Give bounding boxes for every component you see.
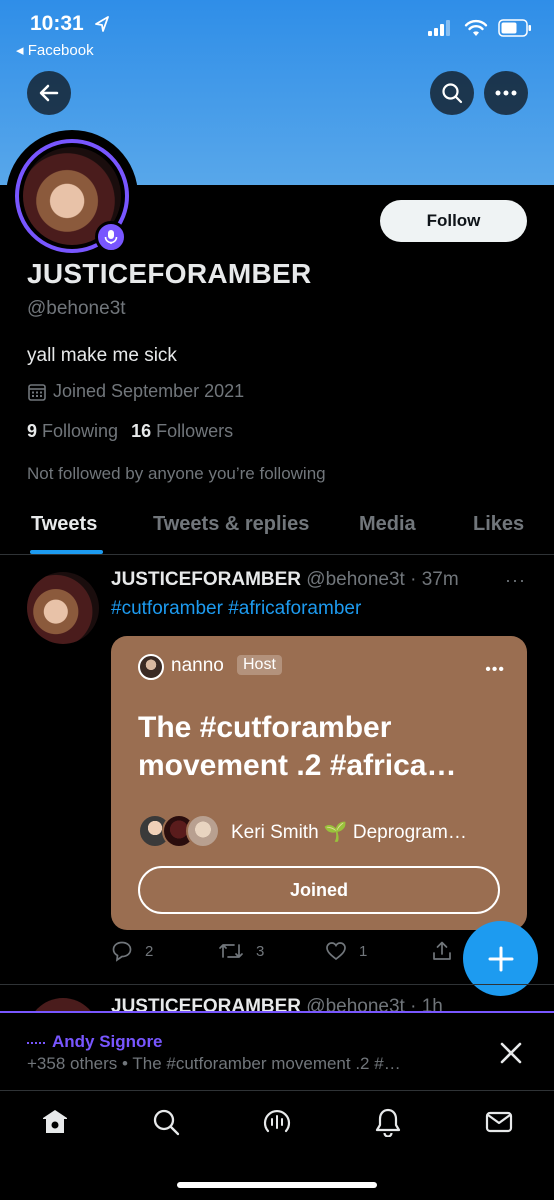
spaces-icon[interactable] xyxy=(262,1107,292,1137)
retweet-icon xyxy=(219,944,243,958)
notifications-bell-icon[interactable] xyxy=(373,1107,403,1137)
status-time: 10:31 xyxy=(30,12,84,35)
display-name: JUSTICEFORAMBER xyxy=(27,258,312,289)
spaces-live-badge xyxy=(95,221,127,253)
following-count: 9 xyxy=(27,421,38,441)
calendar-icon xyxy=(28,383,46,401)
host-badge: Host xyxy=(237,655,282,675)
space-title: The #cutforamber movement .2 #africa… xyxy=(138,711,457,782)
tab-likes[interactable]: Likes xyxy=(473,513,524,536)
tweet-meta: @behone3t · 37m xyxy=(301,569,459,590)
reply-action[interactable]: 2 xyxy=(111,940,153,962)
followers-label: Followers xyxy=(156,421,234,441)
heart-icon xyxy=(326,942,346,961)
wifi-icon xyxy=(464,19,488,36)
more-options-button[interactable] xyxy=(484,71,528,115)
plus-icon xyxy=(488,946,513,971)
tweet-divider xyxy=(0,984,554,985)
profile-tabs: Tweets Tweets & replies Media Likes xyxy=(0,505,554,555)
speaker-avatar xyxy=(186,814,220,848)
cellular-signal-icon xyxy=(428,20,450,36)
tab-tweets[interactable]: Tweets xyxy=(31,513,97,536)
live-space-dock[interactable]: Andy Signore +358 others • The #cutforam… xyxy=(0,1011,554,1089)
messages-mail-icon[interactable] xyxy=(484,1107,514,1137)
back-to-app-link[interactable]: ◂ Facebook xyxy=(16,41,94,59)
share-icon xyxy=(433,941,451,960)
tweet-more-button[interactable]: ··· xyxy=(505,570,526,591)
space-card-more-button[interactable]: ••• xyxy=(485,661,505,679)
like-count: 1 xyxy=(359,942,368,960)
retweet-action[interactable]: 3 xyxy=(218,940,264,962)
tweet-header: JUSTICEFORAMBER @behone3t · 37m xyxy=(111,569,459,591)
host-avatar xyxy=(138,654,164,680)
location-arrow-icon xyxy=(95,16,109,32)
user-handle: @behone3t xyxy=(27,298,126,319)
search-icon xyxy=(442,83,463,104)
audio-wave-icon xyxy=(27,1042,45,1044)
mutual-followers-note: Not followed by anyone you’re following xyxy=(27,464,326,483)
space-dock-subtitle: +358 others • The #cutforamber movement … xyxy=(27,1054,401,1073)
follow-stats: 9 Following 16 Followers xyxy=(27,421,233,442)
active-tab-indicator xyxy=(30,550,103,554)
speaker-avatars xyxy=(138,814,220,848)
join-date-text: Joined September 2021 xyxy=(53,381,245,401)
tab-tweets-replies[interactable]: Tweets & replies xyxy=(153,513,309,536)
reply-icon xyxy=(112,941,132,962)
join-date: Joined September 2021 xyxy=(27,381,244,402)
close-icon[interactable] xyxy=(496,1038,526,1068)
share-action[interactable] xyxy=(431,940,453,962)
follow-button[interactable]: Follow xyxy=(380,200,527,242)
home-icon[interactable] xyxy=(40,1107,70,1137)
tweet-author-name[interactable]: JUSTICEFORAMBER xyxy=(111,569,301,590)
tweet-actions: 2 3 1 xyxy=(111,940,471,970)
search-button[interactable] xyxy=(430,71,474,115)
more-dots-icon xyxy=(495,90,517,96)
arrow-left-icon xyxy=(39,84,59,102)
speaker-names: Keri Smith 🌱 Deprogram… xyxy=(231,822,467,843)
tab-media[interactable]: Media xyxy=(359,513,416,536)
battery-icon xyxy=(498,19,531,37)
spaces-mic-icon xyxy=(104,230,118,244)
tweet-hashtags[interactable]: #cutforamber #africaforamber xyxy=(111,598,361,620)
followers-count: 16 xyxy=(131,421,152,441)
home-indicator xyxy=(177,1182,377,1188)
like-action[interactable]: 1 xyxy=(325,940,367,962)
following-label: Following xyxy=(42,421,119,441)
back-button[interactable] xyxy=(27,71,71,115)
host-name: nanno xyxy=(171,655,224,676)
space-dock-title: Andy Signore xyxy=(52,1032,163,1051)
space-card[interactable]: nanno Host ••• The #cutforamber movement… xyxy=(111,636,527,930)
tweet-author-avatar[interactable] xyxy=(27,572,99,644)
following-link[interactable]: 9 Following xyxy=(27,421,118,442)
explore-search-icon[interactable] xyxy=(151,1107,181,1137)
profile-bio: yall make me sick xyxy=(27,345,177,366)
status-bar: 10:31 ◂ Facebook xyxy=(0,0,554,70)
followers-link[interactable]: 16 Followers xyxy=(131,421,233,442)
joined-button[interactable]: Joined xyxy=(138,866,500,914)
retweet-count: 3 xyxy=(256,942,265,960)
status-indicators xyxy=(428,19,532,37)
reply-count: 2 xyxy=(145,942,154,960)
